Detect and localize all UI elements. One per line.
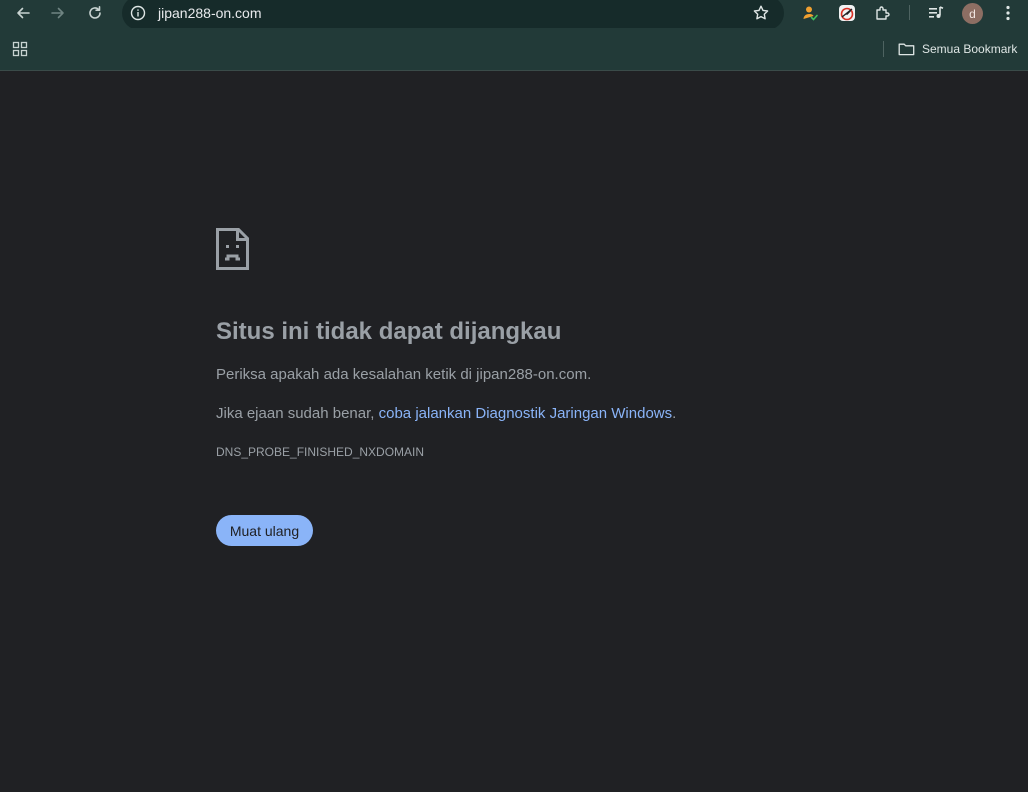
bookmark-star-icon[interactable] <box>752 4 770 22</box>
bookmarks-divider <box>883 41 884 57</box>
browser-menu-button[interactable] <box>995 1 1021 25</box>
all-bookmarks-label: Semua Bookmark <box>922 42 1018 56</box>
error-title: Situs ini tidak dapat dijangkau <box>216 318 562 345</box>
sad-document-icon <box>216 228 249 270</box>
reload-page-button[interactable]: Muat ulang <box>216 515 313 546</box>
diagnostics-prefix: Jika ejaan sudah benar, <box>216 405 379 422</box>
browser-window: jipan288-on.com d Semua Bookmark Situs i… <box>0 0 1028 792</box>
url-text[interactable]: jipan288-on.com <box>158 5 262 21</box>
error-code: DNS_PROBE_FINISHED_NXDOMAIN <box>216 445 425 459</box>
back-button[interactable] <box>9 0 37 26</box>
network-diagnostics-link[interactable]: coba jalankan Diagnostik Jaringan Window… <box>379 405 673 422</box>
profile-avatar[interactable]: d <box>962 3 983 24</box>
site-info-icon[interactable] <box>130 5 146 21</box>
forward-icon <box>51 7 64 19</box>
bookmarks-bar: Semua Bookmark <box>0 28 1028 71</box>
media-controls-icon <box>929 6 944 18</box>
browser-toolbar: jipan288-on.com d <box>0 0 1028 30</box>
forward-button[interactable] <box>44 0 72 26</box>
reload-button[interactable] <box>81 0 109 26</box>
folder-icon <box>898 43 915 56</box>
diagnostics-suffix: . <box>672 405 677 422</box>
back-icon <box>17 7 30 19</box>
apps-grid-icon[interactable] <box>12 41 28 57</box>
extensions-menu-button[interactable] <box>870 1 896 25</box>
reload-icon <box>89 6 101 19</box>
error-suggestion-typo: Periksa apakah ada kesalahan ketik di ji… <box>216 366 592 383</box>
menu-icon <box>1006 5 1010 21</box>
media-controls-button[interactable] <box>923 1 949 25</box>
extension-button-gauge[interactable] <box>834 1 860 25</box>
extension-button-person[interactable] <box>797 1 823 25</box>
all-bookmarks-button[interactable]: Semua Bookmark <box>898 39 1017 59</box>
address-bar[interactable]: jipan288-on.com <box>122 0 784 30</box>
extension-gauge-icon <box>839 5 855 21</box>
toolbar-divider <box>909 5 910 20</box>
extension-person-icon <box>803 6 818 21</box>
extensions-puzzle-icon <box>876 6 890 20</box>
page-content: Situs ini tidak dapat dijangkau Periksa … <box>0 71 1028 792</box>
error-suggestion-diagnostics: Jika ejaan sudah benar, coba jalankan Di… <box>216 405 676 423</box>
